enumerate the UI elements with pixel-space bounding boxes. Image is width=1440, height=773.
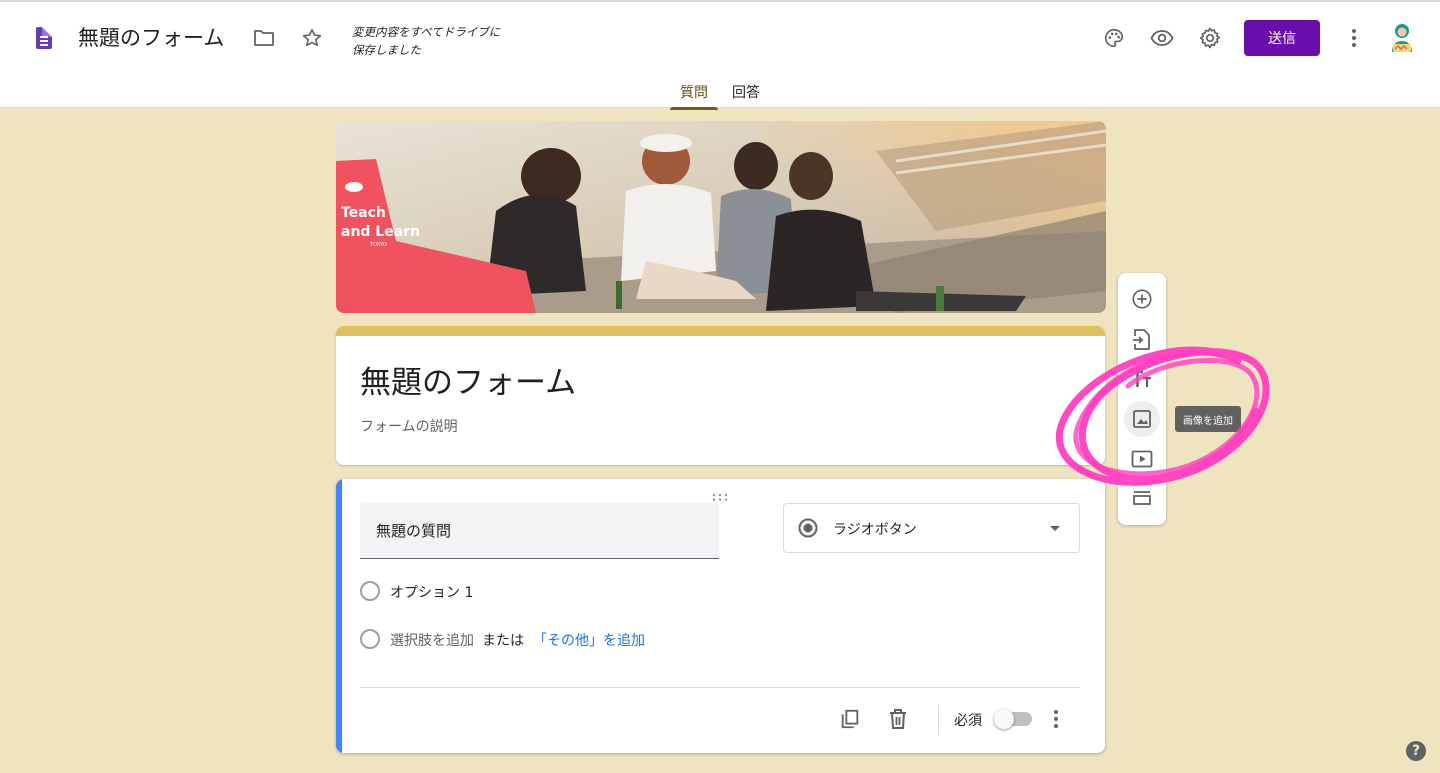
question-title-field[interactable]: 無題の質問 [360,503,719,559]
header-image: Teach and Learn TOKYO [336,121,1106,313]
tab-bar: 質問 回答 [0,78,1440,110]
drag-handle-icon[interactable] [712,486,728,501]
app-header: 無題のフォーム 変更内容をすべてドライブに 保存しました 送信 質問 回答 [0,0,1440,110]
required-label: 必須 [954,713,982,729]
theme-color-bar [336,326,1105,336]
active-tab-indicator [670,107,718,110]
dropdown-arrow-icon [1050,526,1060,531]
eye-icon[interactable] [1148,24,1176,52]
banner-logo-line2: and Learn [341,224,420,240]
option-label[interactable]: オプション 1 [390,582,473,602]
add-video-icon[interactable] [1130,447,1154,471]
send-button[interactable]: 送信 [1244,20,1320,56]
add-option-radio-icon [360,629,380,649]
add-image-icon[interactable] [1124,401,1160,437]
question-card[interactable]: 無題の質問 ラジオボタン オプション 1 選択肢を追加 または 「その他」を追加… [336,479,1105,753]
delete-icon[interactable] [886,707,910,731]
form-title-card[interactable]: 無題のフォーム フォームの説明 [336,326,1105,465]
question-type-select[interactable]: ラジオボタン [783,503,1080,553]
help-icon[interactable]: ? [1406,741,1426,761]
add-other-link[interactable]: 「その他」を追加 [533,630,645,650]
add-question-icon[interactable] [1130,287,1154,311]
gear-icon[interactable] [1196,24,1224,52]
document-title[interactable]: 無題のフォーム [78,22,224,52]
save-status-text: 変更内容をすべてドライブに 保存しました [352,25,501,57]
account-avatar[interactable] [1388,22,1416,54]
question-type-label: ラジオボタン [833,522,917,538]
add-title-icon[interactable] [1130,367,1154,391]
floating-toolbar [1118,273,1166,525]
tab-responses[interactable]: 回答 [724,82,768,110]
active-card-indicator [336,479,342,753]
add-image-tooltip: 画像を追加 [1175,406,1241,432]
or-text: または [482,633,524,649]
palette-icon[interactable] [1100,24,1128,52]
header-photo: Teach and Learn TOKYO [336,121,1106,313]
radio-button-icon [798,518,818,538]
import-questions-icon[interactable] [1130,327,1154,351]
footer-divider [938,705,939,735]
form-description-input[interactable]: フォームの説明 [360,416,458,436]
option-radio-icon [360,581,380,601]
required-toggle[interactable] [994,709,1032,729]
tab-questions[interactable]: 質問 [670,82,718,110]
question-title[interactable]: 無題の質問 [376,520,451,541]
card-footer-divider [360,687,1080,688]
more-vert-icon[interactable] [1340,24,1368,52]
forms-logo-icon[interactable] [36,27,52,49]
banner-logo-line1: Teach [341,205,386,221]
form-title[interactable]: 無題のフォーム [360,357,576,402]
duplicate-icon[interactable] [838,707,862,731]
folder-icon[interactable] [250,24,278,52]
add-option-link[interactable]: 選択肢を追加 [390,630,474,650]
more-options-icon[interactable] [1044,707,1068,731]
star-icon[interactable] [298,24,326,52]
add-section-icon[interactable] [1130,487,1154,511]
banner-logo-sub: TOKYO [369,242,387,248]
